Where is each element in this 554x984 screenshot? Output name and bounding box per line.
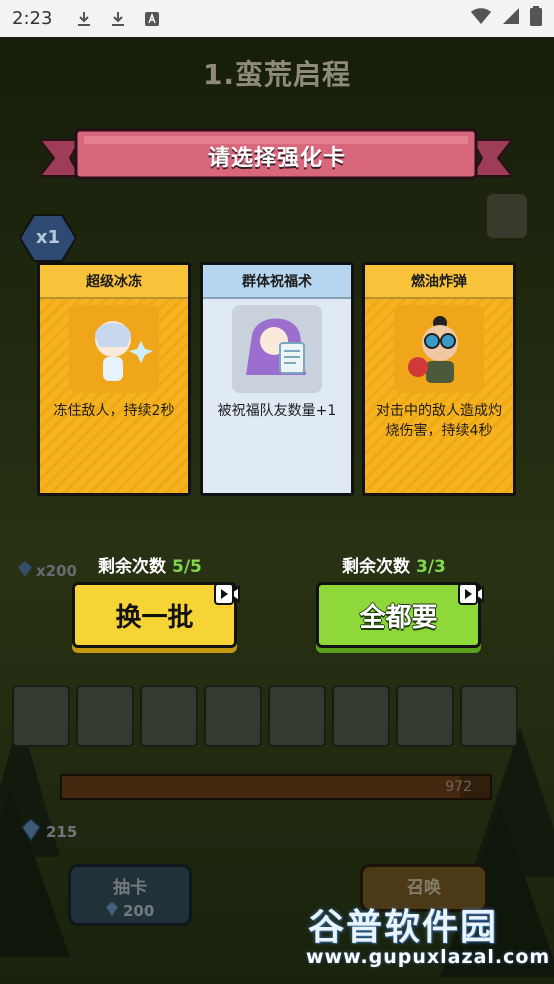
- take-all-label: 全都要: [359, 602, 438, 633]
- take-all-remaining: 剩余次数 3/3: [342, 552, 446, 577]
- take-all-button[interactable]: 全都要: [316, 582, 481, 648]
- game-screen: 2:23 972 215 x200 抽卡 200 召唤 1.蛮荒启程 x1 请选…: [0, 0, 554, 984]
- font-icon: [142, 9, 162, 29]
- watermark-title: 谷普软件园: [308, 907, 499, 948]
- status-right: [470, 6, 542, 31]
- card-description: 被祝福队友数量+1: [217, 403, 337, 419]
- refresh-remaining-label: 剩余次数: [98, 557, 166, 577]
- site-watermark: 谷普软件园 www.gupuxlazal.com: [304, 898, 550, 978]
- signal-icon: [502, 7, 520, 30]
- card-title: 群体祝福术: [203, 265, 351, 299]
- banner-title: 请选择强化卡: [207, 146, 346, 171]
- refresh-cards-label: 换一批: [115, 602, 194, 633]
- video-ad-icon: [458, 583, 484, 605]
- card-description: 对击中的敌人造成灼烧伤害，持续4秒: [376, 403, 502, 439]
- speed-toggle-button[interactable]: x1: [18, 213, 78, 263]
- speed-label: x1: [35, 227, 61, 248]
- status-time: 2:23: [12, 8, 53, 29]
- card-title: 燃油炸弹: [365, 265, 513, 299]
- upgrade-card-2[interactable]: 群体祝福术 被祝福队友数量+1: [200, 262, 354, 496]
- download-icon: [74, 9, 94, 29]
- upgrade-card-3[interactable]: 燃油炸弹 对击中的敌人造成灼烧伤害，持续4秒: [362, 262, 516, 496]
- upgrade-card-1[interactable]: 超级冰冻 冻住敌人，持续2秒: [37, 262, 191, 496]
- refresh-remaining-value: 5/5: [172, 557, 202, 577]
- refresh-cards-button[interactable]: 换一批: [72, 582, 237, 648]
- ice-mage-portrait: [69, 305, 159, 393]
- refresh-remaining: 剩余次数 5/5: [98, 552, 202, 577]
- wifi-icon: [470, 7, 492, 30]
- card-description: 冻住敌人，持续2秒: [53, 403, 175, 419]
- bomber-portrait: [394, 305, 484, 393]
- watermark-url: www.gupuxlazal.com: [306, 946, 551, 968]
- level-title: 1.蛮荒启程: [202, 58, 352, 91]
- take-all-remaining-label: 剩余次数: [342, 557, 410, 577]
- take-all-remaining-value: 3/3: [416, 557, 446, 577]
- video-ad-icon: [214, 583, 240, 605]
- hero-slot-icon[interactable]: [487, 194, 527, 238]
- download-icon: [108, 9, 128, 29]
- battery-icon: [530, 6, 542, 31]
- status-bar: 2:23: [0, 0, 554, 37]
- blessing-mage-portrait: [232, 305, 322, 393]
- card-title: 超级冰冻: [40, 265, 188, 299]
